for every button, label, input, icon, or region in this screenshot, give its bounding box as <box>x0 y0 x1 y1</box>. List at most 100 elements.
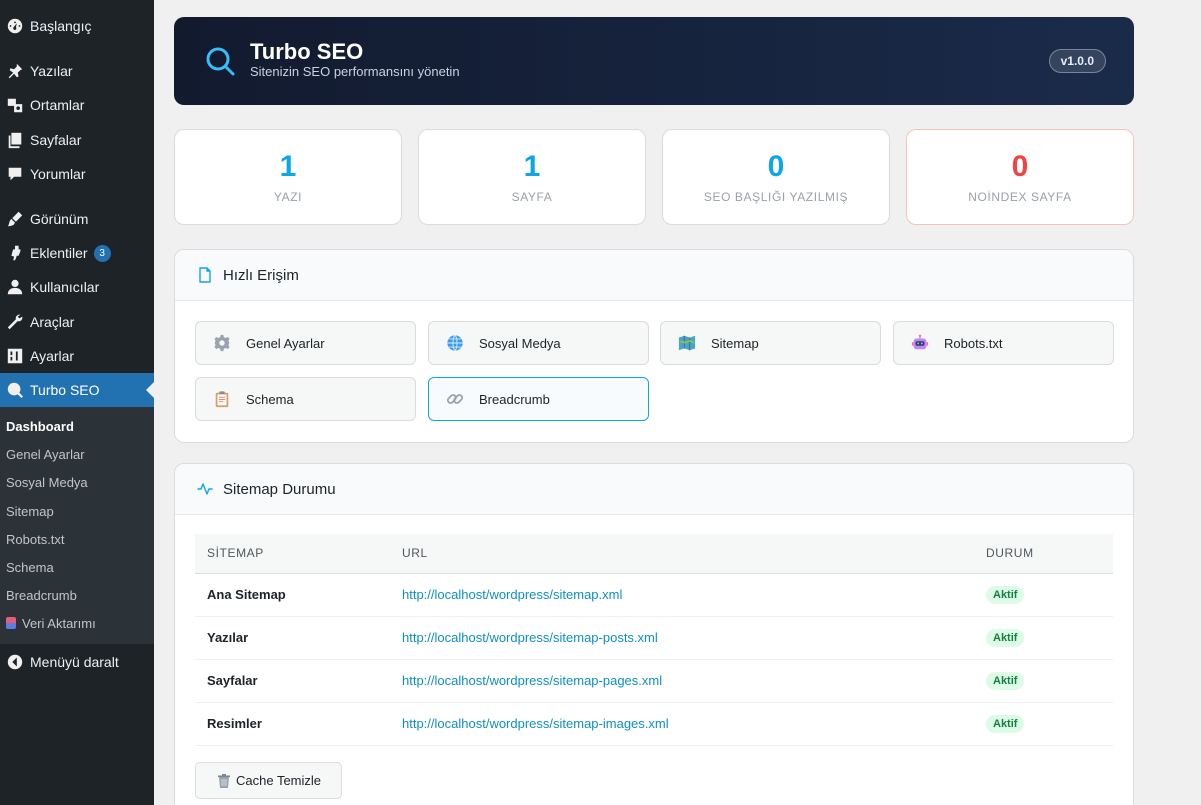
menu-item-tools[interactable]: Araçlar <box>0 305 154 339</box>
table-header-row: SİTEMAP URL DURUM <box>195 534 1113 574</box>
quick-button-label: Breadcrumb <box>479 391 550 407</box>
submenu-social-media[interactable]: Sosyal Medya <box>6 473 88 493</box>
comment-icon <box>0 165 30 183</box>
media-icon <box>0 96 30 114</box>
submenu-general-settings[interactable]: Genel Ayarlar <box>6 445 85 465</box>
menu-item-settings[interactable]: Ayarlar <box>0 339 154 373</box>
sitemap-url-link[interactable]: http://localhost/wordpress/sitemap-pages… <box>390 659 974 703</box>
submenu-data-import-label: Veri Aktarımı <box>22 616 96 631</box>
map-icon <box>677 333 697 353</box>
quick-button-label: Robots.txt <box>944 335 1003 351</box>
submenu-robots[interactable]: Robots.txt <box>6 530 65 550</box>
sitemap-name: Sayfalar <box>195 659 390 703</box>
menu-label: Kullanıcılar <box>30 279 100 295</box>
stat-value: 1 <box>523 150 541 183</box>
document-icon <box>199 267 211 283</box>
status-cell: Aktif <box>974 702 1113 746</box>
submenu-breadcrumb[interactable]: Breadcrumb <box>6 586 77 606</box>
quick-button-label: Genel Ayarlar <box>246 335 325 351</box>
menu-label: Başlangıç <box>30 18 92 34</box>
table-row: Resimler http://localhost/wordpress/site… <box>195 702 1113 746</box>
page-subtitle: Sitenizin SEO performansını yönetin <box>250 64 460 79</box>
stat-label: NOİNDEX SAYFA <box>968 190 1072 204</box>
pages-icon <box>0 131 30 149</box>
menu-item-pages[interactable]: Sayfalar <box>0 123 154 157</box>
collapse-label: Menüyü daralt <box>30 654 119 670</box>
status-cell: Aktif <box>974 616 1113 660</box>
menu-label: Yorumlar <box>30 166 86 182</box>
sitemap-url-link[interactable]: http://localhost/wordpress/sitemap-image… <box>390 702 974 746</box>
quick-robots-button[interactable]: Robots.txt <box>893 321 1114 365</box>
status-badge: Aktif <box>986 628 1025 647</box>
status-badge: Aktif <box>986 671 1025 690</box>
wrench-icon <box>0 313 30 331</box>
gear-icon <box>212 333 232 353</box>
quick-access-panel: Hızlı Erişim Genel Ayarlar Sosyal Medya … <box>174 249 1134 443</box>
collapse-menu-button[interactable]: Menüyü daralt <box>0 645 154 679</box>
stat-card-noindex: 0 NOİNDEX SAYFA <box>906 129 1134 225</box>
sitemap-name: Resimler <box>195 702 390 746</box>
page-title: Turbo SEO <box>250 39 364 64</box>
menu-item-turbo-seo[interactable]: Turbo SEO <box>0 373 154 407</box>
clear-cache-label: Cache Temizle <box>235 773 322 788</box>
column-header: URL <box>390 534 974 574</box>
menu-item-dashboard[interactable]: Başlangıç <box>0 9 154 43</box>
menu-item-media[interactable]: Ortamlar <box>0 88 154 122</box>
trash-icon <box>217 773 230 788</box>
submenu-sitemap[interactable]: Sitemap <box>6 502 54 522</box>
menu-item-plugins[interactable]: Eklentiler 3 <box>0 236 154 270</box>
table-row: Ana Sitemap http://localhost/wordpress/s… <box>195 573 1113 617</box>
quick-sitemap-button[interactable]: Sitemap <box>660 321 881 365</box>
clear-cache-button[interactable]: Cache Temizle <box>195 762 342 799</box>
submenu-dashboard[interactable]: Dashboard <box>6 417 74 437</box>
sitemap-name: Yazılar <box>195 616 390 660</box>
table-row: Sayfalar http://localhost/wordpress/site… <box>195 659 1113 703</box>
activity-icon <box>197 483 213 495</box>
import-icon <box>6 617 16 629</box>
brush-icon <box>0 210 30 228</box>
menu-label: Ayarlar <box>30 348 75 364</box>
turbo-seo-submenu: Dashboard Genel Ayarlar Sosyal Medya Sit… <box>0 407 154 644</box>
quick-button-label: Sitemap <box>711 335 759 351</box>
pin-icon <box>0 62 30 80</box>
settings-icon <box>0 347 30 365</box>
column-header: DURUM <box>974 534 1113 574</box>
menu-item-appearance[interactable]: Görünüm <box>0 202 154 236</box>
quick-breadcrumb-button[interactable]: Breadcrumb <box>428 377 649 421</box>
menu-label: Turbo SEO <box>30 382 100 398</box>
quick-button-label: Schema <box>246 391 294 407</box>
stat-value: 0 <box>1011 150 1029 183</box>
user-icon <box>0 278 30 296</box>
globe-icon <box>445 333 465 353</box>
robot-icon <box>910 333 930 353</box>
dashboard-icon <box>0 17 30 35</box>
submenu-schema[interactable]: Schema <box>6 558 54 578</box>
sitemap-url-link[interactable]: http://localhost/wordpress/sitemap-posts… <box>390 616 974 660</box>
menu-label: Sayfalar <box>30 132 82 148</box>
table-row: Yazılar http://localhost/wordpress/sitem… <box>195 616 1113 660</box>
search-icon <box>0 381 30 399</box>
stat-label: SAYFA <box>511 190 553 204</box>
menu-item-posts[interactable]: Yazılar <box>0 54 154 88</box>
quick-general-settings-button[interactable]: Genel Ayarlar <box>195 321 416 365</box>
panel-header: Sitemap Durumu <box>175 464 1133 515</box>
column-header: SİTEMAP <box>195 534 390 574</box>
quick-social-media-button[interactable]: Sosyal Medya <box>428 321 649 365</box>
menu-label: Görünüm <box>30 211 89 227</box>
panel-header: Hızlı Erişim <box>175 250 1133 301</box>
sitemap-url-link[interactable]: http://localhost/wordpress/sitemap.xml <box>390 573 974 617</box>
admin-sidebar: Başlangıç Yazılar Ortamlar Sayfalar Yoru… <box>0 0 154 805</box>
plugin-update-count-badge: 3 <box>93 244 111 262</box>
stat-label: SEO BAŞLIĞI YAZILMIŞ <box>703 190 849 204</box>
status-cell: Aktif <box>974 573 1113 617</box>
menu-label: Ortamlar <box>30 97 85 113</box>
sitemap-table: SİTEMAP URL DURUM Ana Sitemap http://loc… <box>195 534 1113 746</box>
menu-label: Yazılar <box>30 63 73 79</box>
clipboard-icon <box>212 389 232 409</box>
menu-item-comments[interactable]: Yorumlar <box>0 157 154 191</box>
menu-item-users[interactable]: Kullanıcılar <box>0 270 154 304</box>
stat-card-seo-titles: 0 SEO BAŞLIĞI YAZILMIŞ <box>662 129 890 225</box>
submenu-data-import[interactable]: Veri Aktarımı <box>6 614 96 634</box>
quick-schema-button[interactable]: Schema <box>195 377 416 421</box>
sitemap-name: Ana Sitemap <box>195 573 390 617</box>
